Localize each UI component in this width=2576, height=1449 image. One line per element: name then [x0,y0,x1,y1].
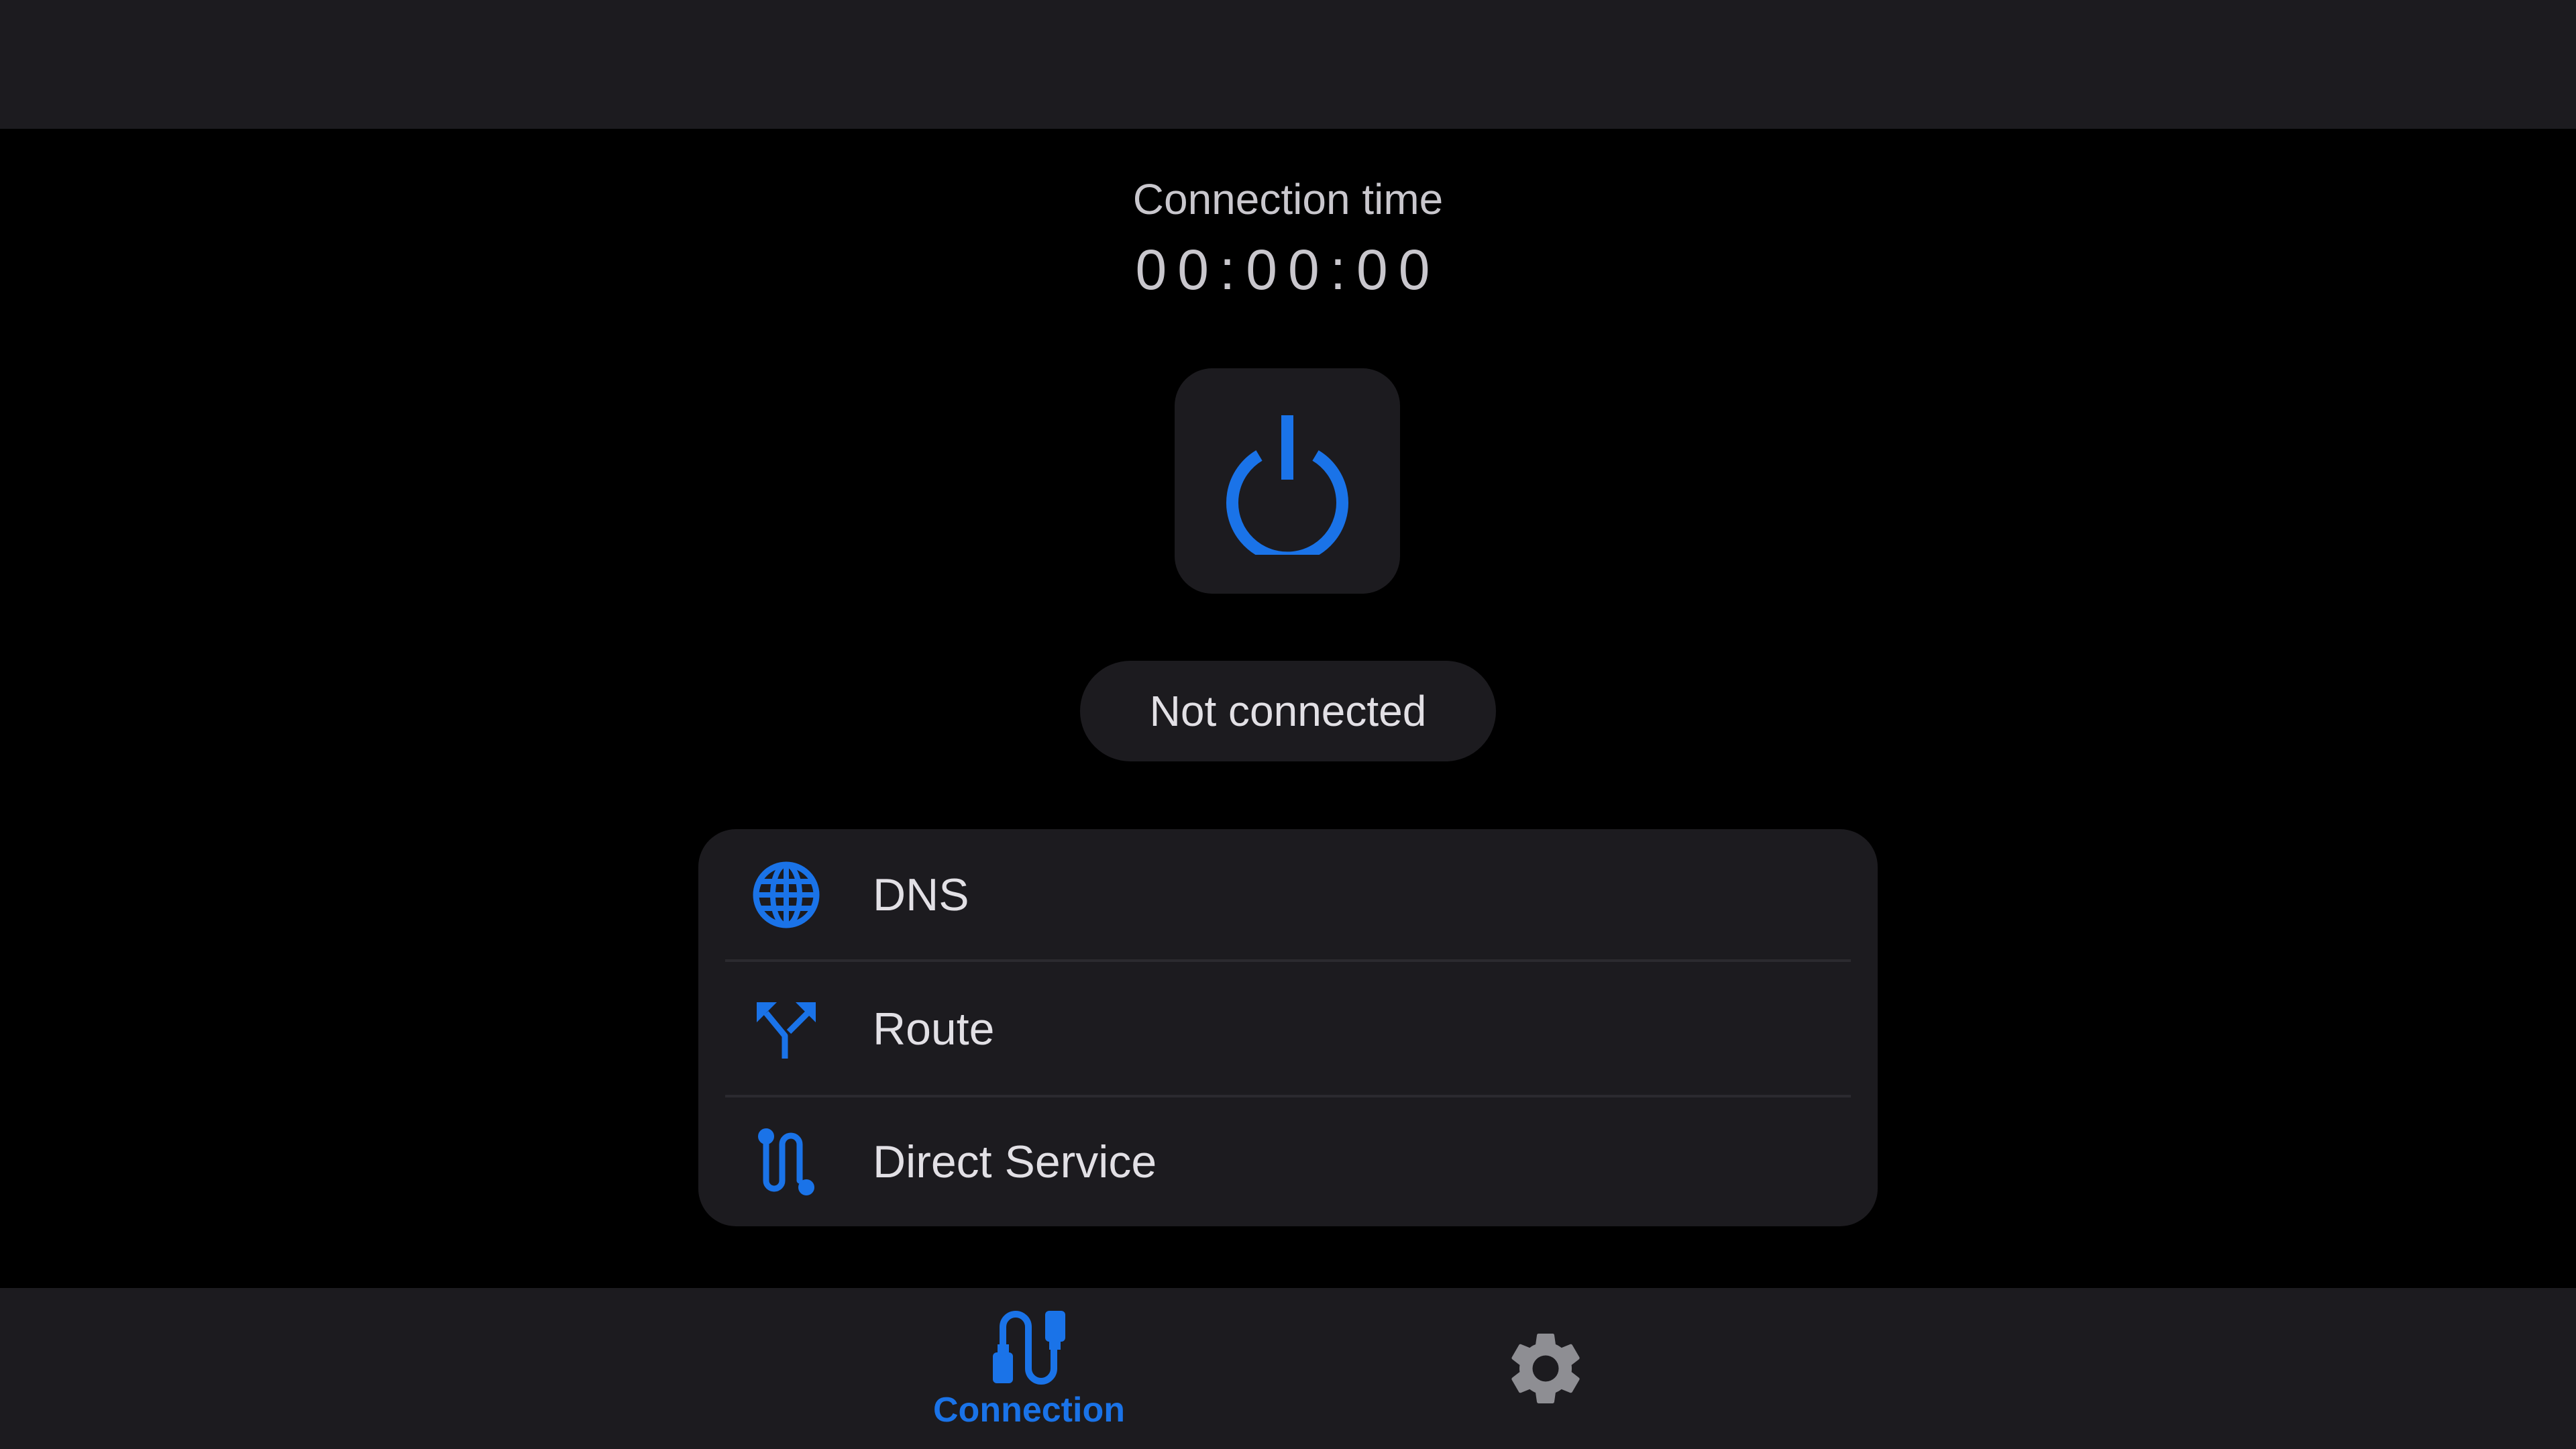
connection-time-value: 00:00:00 [1135,238,1441,301]
connection-options-card: DNS Route Direct Service [698,829,1878,1226]
cable-connection-icon [993,1311,1065,1385]
option-row-direct-service[interactable]: Direct Service [698,1096,1878,1226]
connection-time-label: Connection time [1132,175,1444,223]
option-label-route: Route [873,1004,995,1055]
direct-path-icon [749,1125,823,1199]
power-icon [1226,415,1348,555]
nav-tab-connection[interactable]: Connection [895,1288,1163,1449]
option-divider [725,959,1851,962]
option-row-dns[interactable]: DNS [698,829,1878,961]
power-button[interactable] [1175,368,1400,594]
top-app-bar [0,0,2576,129]
option-row-route[interactable]: Route [698,963,1878,1095]
nav-label-connection: Connection [933,1391,1125,1430]
app-root: Connection time 00:00:00 Not connected D… [0,0,2576,1449]
connection-status-badge: Not connected [1080,661,1496,761]
gear-icon [1511,1333,1580,1403]
route-fork-icon [749,992,823,1066]
globe-icon [749,858,823,932]
bottom-navigation-bar: Connection [0,1288,2576,1449]
option-label-dns: DNS [873,869,969,920]
option-label-direct-service: Direct Service [873,1136,1157,1187]
nav-tab-settings[interactable] [1411,1288,1680,1449]
